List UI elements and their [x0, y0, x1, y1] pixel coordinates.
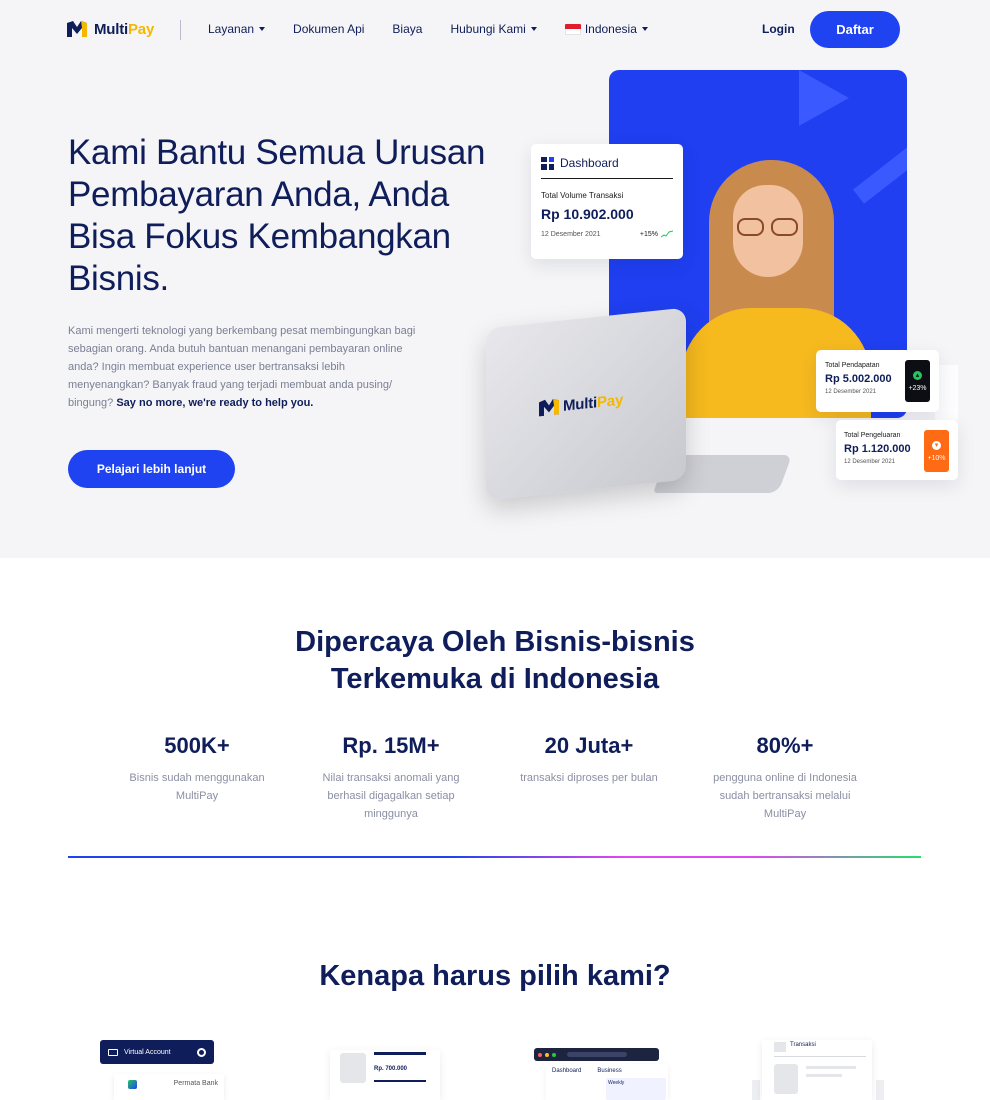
stat-description: pengguna online di Indonesia sudah bertr…: [713, 772, 857, 820]
income-badge: ▴ +23%: [905, 360, 930, 402]
feature-dashboard: Dashboard Business Weekly: [534, 1040, 670, 1100]
nav-hubungi-kami[interactable]: Hubungi Kami: [450, 22, 537, 36]
why-title: Kenapa harus pilih kami?: [319, 960, 671, 992]
stat-item: 80%+ pengguna online di Indonesia sudah …: [700, 733, 870, 823]
gradient-divider: [68, 856, 921, 858]
card-icon: [108, 1048, 118, 1056]
logo-icon: [539, 398, 559, 417]
stat-description: Bisnis sudah menggunakan MultiPay: [129, 772, 265, 802]
stat-item: 500K+ Bisnis sudah menggunakan MultiPay: [112, 733, 282, 805]
login-link[interactable]: Login: [762, 22, 795, 36]
product-price: Rp. 700.000: [374, 1066, 408, 1072]
expense-badge: ▾ +10%: [924, 430, 949, 472]
product-image: [774, 1064, 798, 1094]
virtual-account-label: Virtual Account: [124, 1048, 171, 1056]
stat-value: 20 Juta+: [544, 733, 634, 758]
weekly-chart: Weekly: [606, 1078, 666, 1100]
hero-title: Kami Bantu Semua Urusan Pembayaran Anda,…: [68, 133, 486, 298]
language-selector[interactable]: Indonesia: [564, 22, 648, 36]
chevron-down-icon: [530, 27, 537, 31]
browser-bar: [534, 1048, 659, 1061]
dashboard-card-value: Rp 10.902.000: [541, 206, 634, 222]
logo-divider: [180, 20, 181, 40]
dashboard-tab: Dashboard: [552, 1068, 582, 1074]
dashboard-card: Dashboard Total Volume Transaksi Rp 10.9…: [531, 144, 683, 259]
transactions-title: Transaksi: [790, 1042, 816, 1048]
radio-icon: [197, 1047, 206, 1057]
chevron-down-icon: [641, 27, 648, 31]
hero-description: Kami mengerti teknologi yang berkembang …: [68, 325, 416, 409]
nav-dokumen-api[interactable]: Dokumen Api: [293, 22, 364, 36]
feature-virtual-account: Virtual Account Permata Bank: [100, 1040, 240, 1100]
register-button[interactable]: Daftar: [810, 11, 900, 48]
stat-item: Rp. 15M+ Nilai transaksi anomali yang be…: [306, 733, 476, 823]
indonesia-flag-icon: [564, 23, 581, 35]
logo-text: MultiPay: [94, 20, 155, 38]
dashboard-card-title: Dashboard: [560, 156, 619, 170]
product-image: [340, 1053, 366, 1083]
chevron-down-icon: [259, 27, 266, 31]
decor-triangle: [799, 70, 849, 126]
feature-payment-card: Rp. 700.000: [320, 1040, 450, 1100]
learn-more-button[interactable]: Pelajari lebih lanjut: [68, 450, 235, 488]
decor-stripe: [852, 134, 907, 204]
logo[interactable]: MultiPay: [66, 19, 154, 39]
dashboard-card-trend: +15%: [639, 230, 658, 238]
bank-name: Permata Bank: [173, 1080, 218, 1087]
stats-title: Dipercaya Oleh Bisnis-bisnis Terkemuka di…: [295, 626, 695, 695]
dashboard-card-label: Total Volume Transaksi: [541, 191, 624, 200]
expense-card: Total Pengeluaran Rp 1.120.000 12 Desemb…: [836, 420, 958, 480]
feature-transactions: Transaksi: [752, 1040, 888, 1100]
stat-value: Rp. 15M+: [342, 733, 440, 758]
stat-value: 80%+: [756, 733, 814, 758]
stat-description: Nilai transaksi anomali yang berhasil di…: [322, 772, 460, 820]
logo-icon: [67, 21, 87, 37]
stat-description: transaksi diproses per bulan: [520, 772, 658, 784]
income-card: Total Pendapatan Rp 5.002.000 12 Desembe…: [816, 350, 939, 412]
arrow-up-icon: ▴: [913, 370, 922, 380]
bank-logo-icon: [128, 1080, 137, 1089]
dashboard-card-date: 12 Desember 2021: [541, 230, 601, 238]
nav-layanan[interactable]: Layanan: [208, 22, 266, 36]
stat-item: 20 Juta+ transaksi diproses per bulan: [504, 733, 674, 787]
glasses-icon: [735, 218, 801, 236]
site-header: MultiPay Layanan Dokumen Api Biaya Hubun…: [0, 0, 990, 60]
trend-up-icon: [661, 230, 673, 238]
main-nav: Layanan Dokumen Api Biaya Hubungi Kami I…: [208, 22, 676, 36]
arrow-down-icon: ▾: [932, 440, 941, 450]
stat-value: 500K+: [164, 733, 230, 758]
nav-biaya[interactable]: Biaya: [392, 22, 422, 36]
dashboard-icon: [541, 156, 554, 170]
